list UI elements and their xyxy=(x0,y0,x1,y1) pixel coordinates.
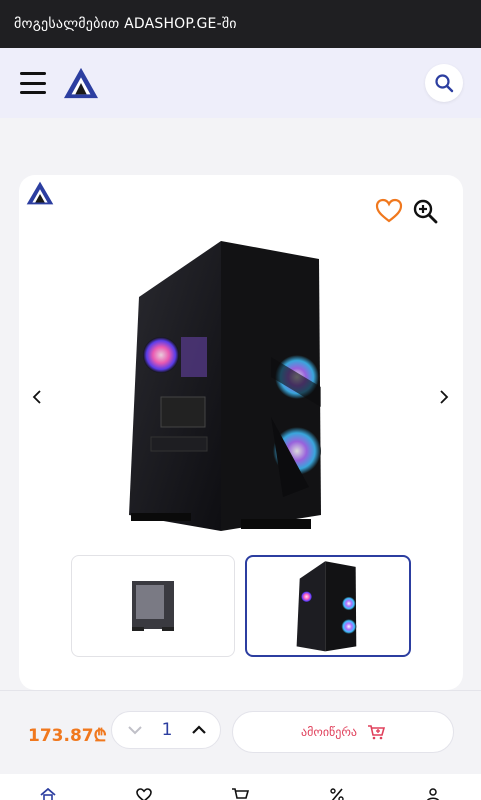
chevron-up-icon xyxy=(192,725,206,734)
nav-home[interactable] xyxy=(36,788,60,800)
search-button[interactable] xyxy=(425,64,463,102)
add-to-cart-label: ამოიწერა xyxy=(301,725,357,739)
home-icon xyxy=(40,788,56,800)
chevron-down-icon xyxy=(128,726,142,735)
ada-logo-icon xyxy=(26,181,54,205)
next-image-button[interactable] xyxy=(434,385,454,409)
welcome-text: მოგესალმებით ADASHOP.GE-ში xyxy=(14,16,237,32)
percent-icon xyxy=(329,788,344,800)
thumbnail-image xyxy=(296,561,357,652)
nav-sales[interactable] xyxy=(325,788,349,800)
header xyxy=(0,48,481,118)
chevron-right-icon xyxy=(440,390,449,404)
bottom-navigation xyxy=(0,774,481,800)
quantity-increase-button[interactable] xyxy=(188,719,210,741)
search-icon xyxy=(435,74,454,93)
heart-icon xyxy=(136,788,153,800)
quantity-value: 1 xyxy=(161,720,173,740)
quantity-decrease-button[interactable] xyxy=(124,719,146,741)
hamburger-menu-icon[interactable] xyxy=(20,72,46,94)
chevron-left-icon xyxy=(32,390,41,404)
product-card xyxy=(19,175,463,690)
product-price: 173.87₾ xyxy=(28,726,107,746)
zoom-in-icon[interactable] xyxy=(411,197,439,225)
purchase-bar: 173.87₾ 1 ამოიწერა xyxy=(0,690,481,774)
add-to-cart-button[interactable]: ამოიწერა xyxy=(232,711,454,753)
product-main-image xyxy=(129,241,321,531)
top-welcome-bar: მოგესალმებით ADASHOP.GE-ში xyxy=(0,0,481,48)
cart-icon xyxy=(232,788,250,799)
user-icon xyxy=(426,788,439,800)
nav-favorites[interactable] xyxy=(132,788,156,800)
cart-plus-icon xyxy=(367,725,385,740)
favorite-heart-icon[interactable] xyxy=(375,197,403,225)
ada-logo-icon[interactable] xyxy=(62,66,100,100)
previous-image-button[interactable] xyxy=(27,385,47,409)
product-thumbnail-2[interactable] xyxy=(245,555,411,657)
nav-profile[interactable] xyxy=(421,788,445,800)
thumbnail-image xyxy=(132,581,174,631)
header-left xyxy=(20,66,100,100)
quantity-stepper[interactable]: 1 xyxy=(111,711,221,749)
product-thumbnail-1[interactable] xyxy=(71,555,235,657)
nav-cart[interactable] xyxy=(228,788,252,800)
